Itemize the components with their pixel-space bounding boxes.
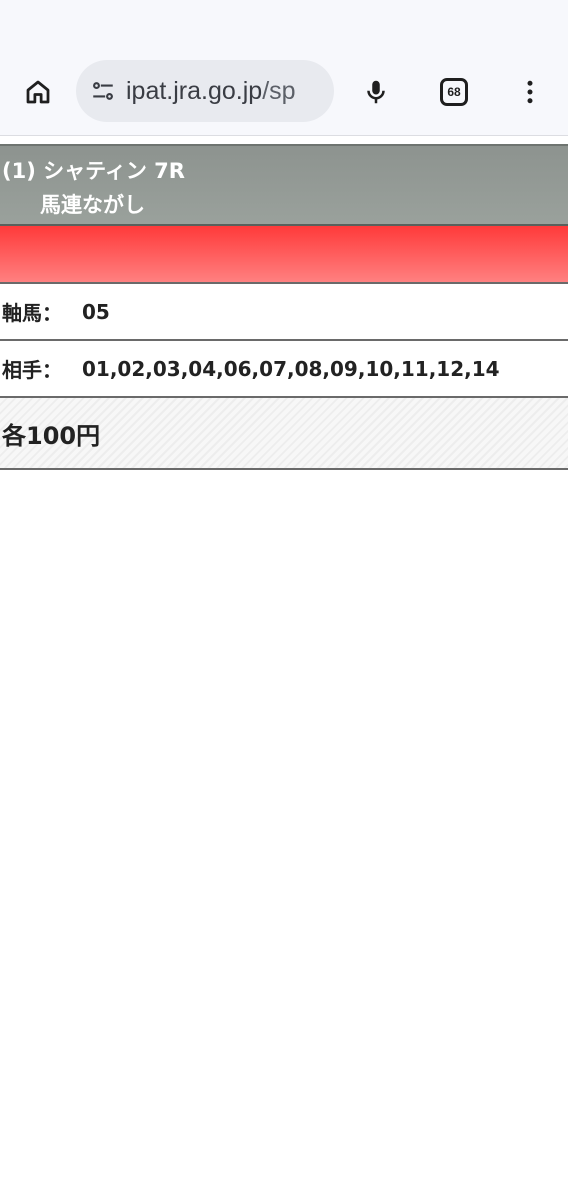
address-bar[interactable]: ipat.jra.go.jp/sp (76, 60, 334, 122)
tune-icon[interactable] (88, 76, 118, 106)
more-vert-icon (527, 80, 533, 104)
bet-type: 馬連ながし (40, 193, 145, 217)
tab-switcher-button[interactable]: 68 (432, 70, 476, 114)
browser-menu-button[interactable] (508, 70, 552, 114)
partners-value: 01,02,03,04,06,07,08,09,10,11,12,14 (82, 356, 500, 381)
voice-search-button[interactable] (354, 70, 398, 114)
tabs-icon: 68 (440, 78, 468, 106)
url-text: ipat.jra.go.jp/sp (126, 77, 296, 106)
axis-horse-row: 軸馬： 05 (0, 284, 568, 341)
bet-amount-text: 各100円 (2, 421, 101, 450)
axis-horse-value: 05 (82, 299, 110, 324)
url-path: /sp (262, 76, 296, 105)
status-bar (0, 226, 568, 284)
partners-label: 相手： (2, 358, 62, 382)
race-header: (1) シャティン 7R 馬連ながし (0, 144, 568, 226)
race-title: (1) シャティン 7R (2, 159, 185, 183)
home-icon (26, 80, 50, 104)
home-button[interactable] (16, 70, 60, 114)
partners-row: 相手： 01,02,03,04,06,07,08,09,10,11,12,14 (0, 341, 568, 398)
axis-horse-label: 軸馬： (2, 301, 62, 325)
url-host: ipat.jra.go.jp (126, 76, 263, 105)
bet-confirmation-page: (1) シャティン 7R 馬連ながし 軸馬： 05 相手： 01,02,03,0… (0, 136, 568, 470)
browser-toolbar: ipat.jra.go.jp/sp 68 (0, 0, 568, 136)
mic-icon (367, 80, 385, 104)
tab-count: 68 (447, 85, 461, 99)
bet-amount: 各100円 (0, 398, 568, 470)
